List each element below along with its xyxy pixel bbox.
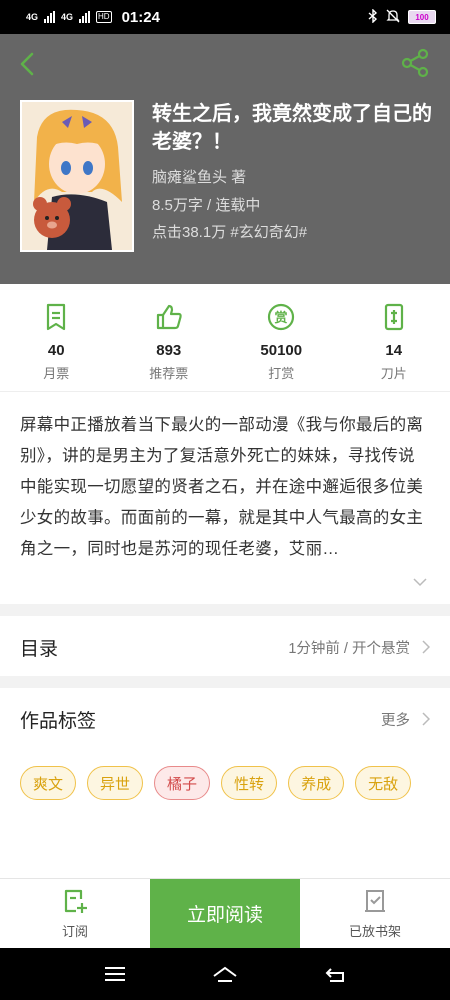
- tag-chip[interactable]: 爽文: [20, 766, 77, 800]
- subscribe-icon: [64, 889, 87, 913]
- stat-blade[interactable]: 14 刀片: [338, 284, 450, 391]
- battery-icon: 100: [408, 10, 436, 24]
- network-type-1: 4G: [26, 11, 39, 22]
- chevron-right-icon: [422, 640, 430, 654]
- tag-chip[interactable]: 性转: [221, 766, 278, 800]
- blade-icon: [384, 303, 403, 331]
- thumbs-up-icon: [156, 304, 182, 330]
- book-title: 转生之后，我竟然变成了自己的老婆？！: [152, 103, 432, 153]
- stat-recommend[interactable]: 893 推荐票: [113, 284, 226, 391]
- clock: 01:24: [121, 8, 160, 26]
- stat-reward[interactable]: 赏 50100 打赏: [225, 284, 338, 391]
- stat-label: 月票: [43, 366, 70, 381]
- chevron-right-icon: [422, 712, 430, 726]
- tag-chip[interactable]: 异世: [87, 766, 144, 800]
- book-cover-image: [20, 100, 134, 252]
- home-icon[interactable]: [212, 963, 238, 985]
- book-clicks-genre: 点击38.1万 #玄幻奇幻#: [152, 224, 308, 241]
- tag-chip[interactable]: 橘子: [154, 766, 211, 800]
- divider: [0, 676, 450, 688]
- mute-icon: [386, 9, 400, 26]
- read-now-button[interactable]: 立即阅读: [150, 879, 300, 948]
- subscribe-button[interactable]: 订阅: [0, 879, 150, 948]
- subscribe-label: 订阅: [61, 924, 88, 939]
- bookshelf-check-icon: [365, 890, 385, 912]
- tag-list: 爽文 异世 橘子 性转 养成 无敌: [20, 766, 440, 800]
- stat-monthly-ticket[interactable]: 40 月票: [0, 284, 113, 391]
- signal-icon-2: [79, 11, 91, 23]
- stat-value: 893: [156, 342, 182, 359]
- back-button[interactable]: [16, 50, 40, 78]
- chevron-down-icon: [413, 578, 427, 587]
- svg-text:赏: 赏: [275, 310, 288, 326]
- stat-label: 打赏: [268, 366, 295, 381]
- stat-value: 40: [47, 342, 65, 359]
- tags-header-row[interactable]: 作品标签 更多: [0, 688, 450, 750]
- expand-description-button[interactable]: [412, 574, 428, 590]
- stats-row: 40 月票 893 推荐票 赏 50100 打赏 14 刀片: [0, 284, 450, 392]
- hd-badge: HD: [96, 11, 112, 23]
- share-button[interactable]: [400, 48, 430, 78]
- divider: [0, 604, 450, 616]
- tags-section-label: 作品标签: [20, 710, 97, 732]
- monthly-ticket-icon: [47, 303, 66, 331]
- bookshelf-label: 已放书架: [348, 924, 401, 939]
- catalog-update-info: 1分钟前 / 开个悬赏: [288, 640, 410, 657]
- network-type-2: 4G: [61, 11, 74, 22]
- more-tags-link[interactable]: 更多: [381, 709, 410, 730]
- stat-value: 50100: [260, 342, 303, 359]
- menu-icon[interactable]: [102, 963, 128, 985]
- book-description[interactable]: 屏幕中正播放着当下最火的一部动漫《我与你最后的离别》，讲的是男主为了复活意外死亡…: [20, 410, 430, 565]
- signal-icon: [44, 11, 56, 23]
- bookshelf-button[interactable]: 已放书架: [300, 879, 450, 948]
- back-nav-icon[interactable]: [322, 963, 348, 985]
- reward-icon: 赏: [268, 303, 295, 331]
- book-header: 转生之后，我竟然变成了自己的老婆？！ 脑瘫鲨鱼头 著 8.5万字 / 连载中 点…: [0, 34, 450, 284]
- stat-value: 14: [385, 342, 403, 359]
- bluetooth-icon: [368, 7, 378, 26]
- tag-chip[interactable]: 养成: [288, 766, 345, 800]
- system-nav-bar: [0, 948, 450, 1000]
- tag-chip[interactable]: 无敌: [355, 766, 412, 800]
- status-bar: 4G 4G HD 01:24 100: [0, 0, 450, 34]
- book-author[interactable]: 脑瘫鲨鱼头 著: [152, 166, 246, 187]
- back-arrow-icon: [20, 52, 34, 76]
- bottom-action-bar: 订阅 立即阅读 已放书架: [0, 878, 450, 948]
- stat-label: 推荐票: [149, 366, 189, 381]
- catalog-row[interactable]: 目录 1分钟前 / 开个悬赏: [0, 616, 450, 678]
- share-icon: [401, 48, 429, 78]
- stat-label: 刀片: [380, 366, 407, 381]
- catalog-label: 目录: [20, 638, 59, 660]
- book-word-count-status: 8.5万字 / 连载中: [152, 197, 261, 214]
